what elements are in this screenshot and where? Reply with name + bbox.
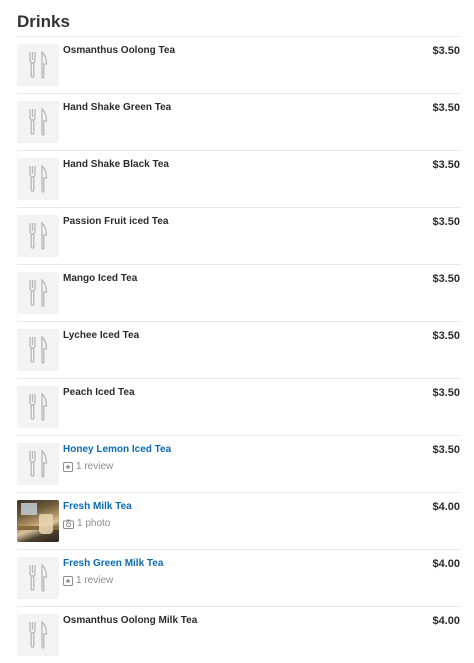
menu-item[interactable]: Peach Iced Tea $3.50 xyxy=(17,378,460,435)
item-meta-label: 1 review xyxy=(76,575,114,586)
menu-item[interactable]: Osmanthus Oolong Tea $3.50 xyxy=(17,36,460,93)
item-price: $3.50 xyxy=(432,159,460,171)
item-price: $3.50 xyxy=(432,102,460,114)
item-name: Hand Shake Black Tea xyxy=(63,159,169,170)
item-name: Osmanthus Oolong Tea xyxy=(63,45,176,56)
item-name: Osmanthus Oolong Milk Tea xyxy=(63,615,198,626)
item-name[interactable]: Honey Lemon Iced Tea xyxy=(63,444,171,456)
utensils-icon[interactable] xyxy=(17,158,59,200)
section-title: Drinks xyxy=(17,12,70,31)
camera-icon xyxy=(63,519,77,529)
item-meta-label: 1 review xyxy=(76,461,114,472)
item-meta-label: 1 photo xyxy=(77,518,111,529)
item-name: Mango Iced Tea xyxy=(63,273,138,284)
item-price: $3.50 xyxy=(432,444,460,456)
item-meta[interactable]: 1 review xyxy=(63,461,113,473)
utensils-icon[interactable] xyxy=(17,557,59,599)
menu-item[interactable]: Passion Fruit iced Tea $3.50 xyxy=(17,207,460,264)
menu-item[interactable]: Lychee Iced Tea $3.50 xyxy=(17,321,460,378)
utensils-icon[interactable] xyxy=(17,215,59,257)
item-name: Hand Shake Green Tea xyxy=(63,102,172,113)
item-price: $4.00 xyxy=(432,558,460,570)
item-price: $3.50 xyxy=(432,330,460,342)
item-meta[interactable]: 1 photo xyxy=(63,518,110,530)
utensils-icon[interactable] xyxy=(17,386,59,428)
item-name: Peach Iced Tea xyxy=(63,387,135,398)
item-price: $3.50 xyxy=(432,273,460,285)
item-name[interactable]: Fresh Green Milk Tea xyxy=(63,558,163,570)
item-name: Passion Fruit iced Tea xyxy=(63,216,169,227)
item-price: $3.50 xyxy=(432,45,460,57)
item-price: $3.50 xyxy=(432,387,460,399)
item-price: $3.50 xyxy=(432,216,460,228)
utensils-icon[interactable] xyxy=(17,614,59,656)
utensils-icon[interactable] xyxy=(17,44,59,86)
item-price: $4.00 xyxy=(432,501,460,513)
menu-item[interactable]: Fresh Milk Tea 1 photo $4.00 xyxy=(17,492,460,549)
review-icon xyxy=(63,576,76,586)
review-icon xyxy=(63,462,76,472)
item-name[interactable]: Fresh Milk Tea xyxy=(63,501,132,513)
utensils-icon[interactable] xyxy=(17,443,59,485)
menu-item[interactable]: Mango Iced Tea $3.50 xyxy=(17,264,460,321)
item-meta[interactable]: 1 review xyxy=(63,575,113,587)
item-name: Lychee Iced Tea xyxy=(63,330,140,341)
item-price: $4.00 xyxy=(432,615,460,627)
menu-item[interactable]: Hand Shake Black Tea $3.50 xyxy=(17,150,460,207)
utensils-icon[interactable] xyxy=(17,329,59,371)
utensils-icon[interactable] xyxy=(17,272,59,314)
utensils-icon[interactable] xyxy=(17,101,59,143)
menu-item[interactable]: Honey Lemon Iced Tea 1 review $3.50 xyxy=(17,435,460,492)
menu-item[interactable]: Osmanthus Oolong Milk Tea $4.00 xyxy=(17,606,460,663)
menu-item[interactable]: Fresh Green Milk Tea 1 review $4.00 xyxy=(17,549,460,606)
menu-list: Osmanthus Oolong Tea $3.50 Hand Shake Gre… xyxy=(17,36,460,663)
menu-item[interactable]: Hand Shake Green Tea $3.50 xyxy=(17,93,460,150)
item-photo[interactable] xyxy=(17,500,59,542)
